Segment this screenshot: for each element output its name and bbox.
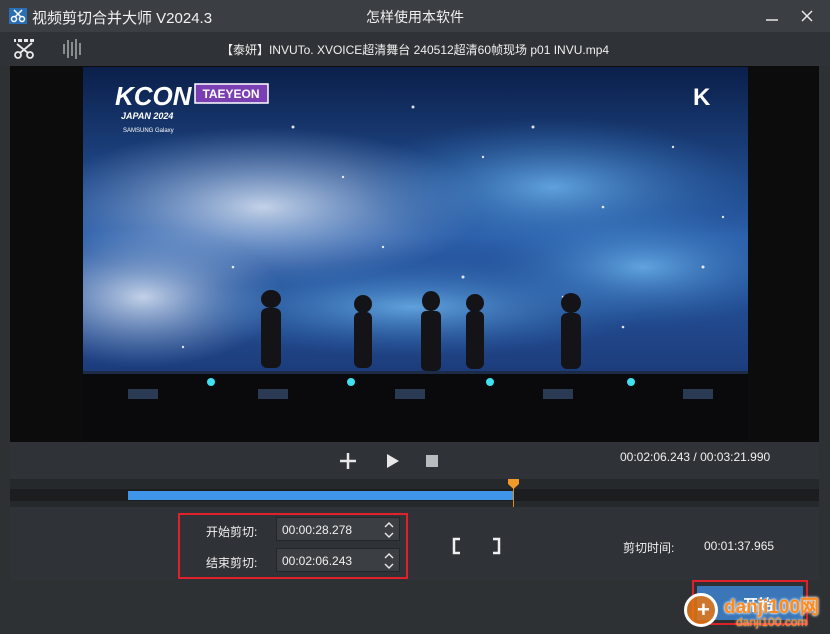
time-display: 00:02:06.243 / 00:03:21.990 — [620, 450, 770, 464]
play-icon[interactable] — [381, 450, 403, 472]
close-icon[interactable] — [797, 6, 817, 26]
cut-panel: 开始剪切: 结束剪切: 剪切时间: 00:01:37.965 — [10, 507, 819, 580]
total-time: 00:03:21.990 — [700, 450, 771, 464]
scissors-app-icon — [9, 8, 27, 24]
start-cut-up-icon[interactable] — [382, 520, 396, 530]
broadcaster-logo: K — [693, 84, 711, 111]
end-cut-label: 结束剪切: — [206, 556, 258, 570]
watermark-site-url: danji100.com — [736, 615, 808, 629]
set-end-bracket-icon[interactable] — [490, 537, 502, 555]
artist-tag: TAEYEON — [202, 87, 259, 101]
cut-duration-label: 剪切时间: — [623, 541, 675, 555]
file-name: 【泰妍】INVUTo. XVOICE超清舞台 240512超清60帧现场 p01… — [220, 43, 610, 57]
stop-icon[interactable] — [421, 450, 443, 472]
app-title: 视频剪切合并大师 V2024.3 — [32, 10, 213, 27]
end-cut-input[interactable] — [282, 552, 374, 570]
watermark-logo-icon: + — [684, 593, 718, 627]
cut-duration-value: 00:01:37.965 — [704, 539, 775, 553]
help-link[interactable]: 怎样使用本软件 — [366, 7, 464, 27]
kcon-japan-label: JAPAN 2024 — [121, 111, 173, 121]
waveform-tool-icon[interactable] — [60, 38, 86, 60]
start-cut-input[interactable] — [282, 521, 374, 539]
toolbar: 【泰妍】INVUTo. XVOICE超清舞台 240512超清60帧现场 p01… — [0, 32, 830, 66]
video-frame[interactable]: KCON JAPAN 2024 SAMSUNG Galaxy TAEYEON K — [83, 67, 748, 441]
video-player[interactable]: KCON JAPAN 2024 SAMSUNG Galaxy TAEYEON K — [10, 66, 819, 442]
kcon-logo: KCON — [115, 81, 193, 111]
end-cut-down-icon[interactable] — [382, 561, 396, 571]
add-icon[interactable] — [337, 450, 359, 472]
sponsor-label: SAMSUNG Galaxy — [123, 128, 174, 134]
minimize-icon[interactable] — [762, 6, 782, 26]
playhead-handle-icon[interactable] — [508, 479, 519, 489]
time-separator: / — [693, 450, 697, 464]
start-cut-field[interactable] — [276, 517, 400, 541]
title-bar: 视频剪切合并大师 V2024.3 怎样使用本软件 — [0, 0, 830, 32]
cut-tool-icon[interactable] — [12, 37, 38, 61]
site-watermark: + danji100网 danji100.com — [684, 590, 830, 634]
start-cut-down-icon[interactable] — [382, 530, 396, 540]
timeline[interactable] — [10, 479, 819, 513]
selected-range — [128, 491, 514, 500]
playback-controls: 00:02:06.243 / 00:03:21.990 — [10, 442, 819, 479]
start-cut-label: 开始剪切: — [206, 525, 258, 539]
end-cut-up-icon[interactable] — [382, 551, 396, 561]
end-cut-field[interactable] — [276, 548, 400, 572]
set-start-bracket-icon[interactable] — [451, 537, 463, 555]
current-time: 00:02:06.243 — [620, 450, 691, 464]
